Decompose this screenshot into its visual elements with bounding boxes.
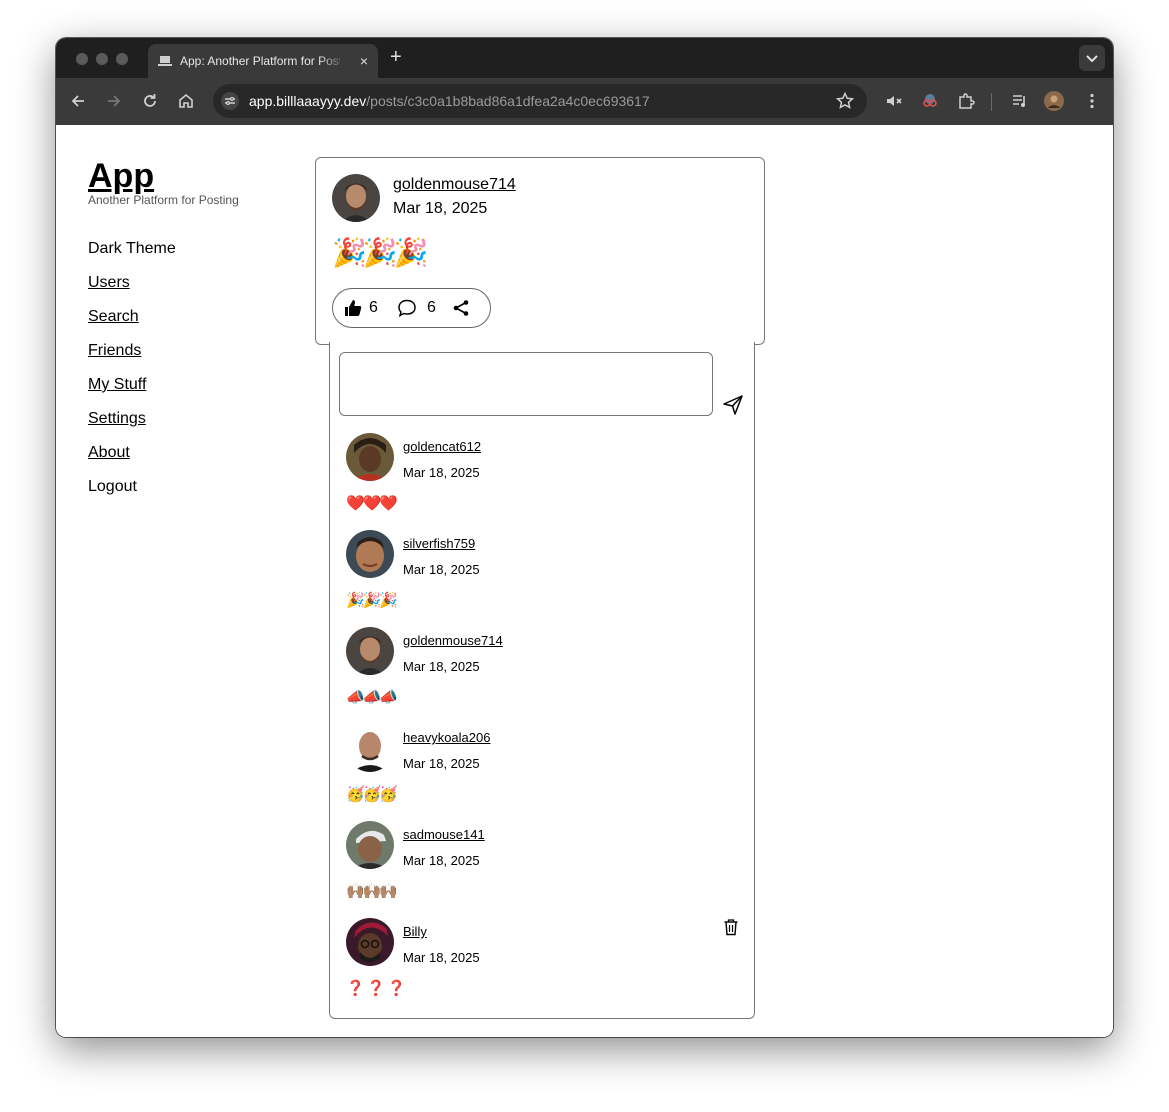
reply-textarea[interactable] [339,352,713,416]
comment-item: goldencat612 Mar 18, 2025 ❤️❤️❤️ [346,433,746,530]
comment-body: 🎉🎉🎉 [346,592,398,609]
comment-author-link[interactable]: silverfish759 [403,536,475,551]
profile-avatar-icon[interactable] [1044,91,1064,111]
page-content: App Another Platform for Posting Dark Th… [56,125,1113,1037]
extensions-puzzle-icon[interactable] [956,91,976,111]
nav-logout[interactable]: Logout [88,475,176,509]
comment-count: 6 [427,299,436,316]
media-controls-icon[interactable] [1010,91,1030,111]
comment-item: Billy Mar 18, 2025 ❓❓❓ [346,918,746,1015]
avatar-photo-icon [332,174,380,222]
tab-close-icon[interactable]: × [360,53,368,69]
comment-date: Mar 18, 2025 [403,853,480,868]
nav-friends[interactable]: Friends [88,339,176,373]
minimize-window-dot[interactable] [96,53,108,65]
zoom-window-dot[interactable] [116,53,128,65]
post-card: goldenmouse714 Mar 18, 2025 🎉🎉🎉 6 6 [315,157,765,345]
comment-author-link[interactable]: sadmouse141 [403,827,485,842]
thumbs-up-icon[interactable] [343,298,363,318]
comment-date: Mar 18, 2025 [403,659,480,674]
muted-speaker-icon[interactable] [884,91,904,111]
comment-body: ❤️❤️❤️ [346,495,398,512]
comment-date: Mar 18, 2025 [403,465,480,480]
comment-avatar[interactable] [346,724,394,772]
comment-body: ❓❓❓ [346,980,409,997]
browser-window: App: Another Platform for Posting × + [56,38,1113,1037]
nav-dark-theme[interactable]: Dark Theme [88,237,176,271]
comment-date: Mar 18, 2025 [403,756,480,771]
avatar-photo-icon [346,627,394,675]
nav-users[interactable]: Users [88,271,176,305]
chevron-down-icon [1086,55,1098,63]
comment-avatar[interactable] [346,433,394,481]
comment-author-link[interactable]: goldencat612 [403,439,481,454]
url-path: /posts/c3c0a1b8bad86a1dfea2a4c0ec693617 [366,93,650,109]
comment-body: 🙌🏽🙌🏽🙌🏽 [346,883,398,900]
post-actions: 6 6 [332,288,491,328]
comment-author-link[interactable]: heavykoala206 [403,730,490,745]
nav-about[interactable]: About [88,441,176,475]
app-subtitle: Another Platform for Posting [88,193,239,207]
tab-strip: App: Another Platform for Posting × + [56,38,1113,78]
address-bar[interactable]: app.billlaaayyy.dev/posts/c3c0a1b8bad86a… [213,84,867,118]
like-count: 6 [369,299,378,316]
comment-item: goldenmouse714 Mar 18, 2025 📣📣📣 [346,627,746,724]
post-date: Mar 18, 2025 [393,200,488,217]
post-author-avatar[interactable] [332,174,380,222]
toolbar-divider [991,93,992,111]
comment-avatar[interactable] [346,530,394,578]
nav-my-stuff[interactable]: My Stuff [88,373,176,407]
new-tab-button[interactable]: + [390,47,402,67]
nav-settings[interactable]: Settings [88,407,176,441]
comment-avatar[interactable] [346,627,394,675]
brand: App Another Platform for Posting [88,157,239,207]
post-body: 🎉🎉🎉 [332,237,429,268]
avatar-photo-icon [346,724,394,772]
comments-panel: goldencat612 Mar 18, 2025 ❤️❤️❤️ silverf… [329,342,755,1019]
active-tab[interactable]: App: Another Platform for Posting × [148,44,378,78]
comment-date: Mar 18, 2025 [403,562,480,577]
avatar-photo-icon [346,530,394,578]
tab-title: App: Another Platform for Posting [180,54,340,68]
comment-item: silverfish759 Mar 18, 2025 🎉🎉🎉 [346,530,746,627]
comment-avatar[interactable] [346,821,394,869]
nav-search[interactable]: Search [88,305,176,339]
reload-icon[interactable] [140,91,160,111]
url-text: app.billlaaayyy.dev/posts/c3c0a1b8bad86a… [249,93,650,109]
site-settings-icon[interactable] [221,92,239,110]
home-icon[interactable] [176,91,196,111]
kebab-menu-icon[interactable] [1082,91,1102,111]
comment-author-link[interactable]: goldenmouse714 [403,633,503,648]
comment-avatar[interactable] [346,918,394,966]
comment-author-link[interactable]: Billy [403,924,427,939]
browser-toolbar: app.billlaaayyy.dev/posts/c3c0a1b8bad86a… [56,78,1113,125]
laptop-favicon-icon [158,56,172,66]
app-title-link[interactable]: App [88,157,239,195]
comment-item: heavykoala206 Mar 18, 2025 🥳🥳🥳 [346,724,746,821]
close-window-dot[interactable] [76,53,88,65]
trash-delete-icon[interactable] [723,918,739,936]
sidebar-nav: Dark Theme Users Search Friends My Stuff… [88,237,176,509]
comment-date: Mar 18, 2025 [403,950,480,965]
forward-arrow-icon[interactable] [104,91,124,111]
extension-glasses-icon[interactable] [920,91,940,111]
avatar-photo-icon [346,433,394,481]
post-author-link[interactable]: goldenmouse714 [393,176,516,194]
back-arrow-icon[interactable] [68,91,88,111]
comment-bubble-icon[interactable] [397,298,417,318]
url-host: app.billlaaayyy.dev [249,93,367,109]
share-icon[interactable] [451,298,471,318]
comment-body: 📣📣📣 [346,689,398,706]
comment-item: sadmouse141 Mar 18, 2025 🙌🏽🙌🏽🙌🏽 [346,821,746,918]
tab-search-button[interactable] [1079,45,1105,71]
avatar-photo-icon [346,821,394,869]
comment-body: 🥳🥳🥳 [346,786,398,803]
bookmark-star-icon[interactable] [835,91,855,111]
send-paper-plane-icon[interactable] [722,394,744,416]
avatar-photo-icon [346,918,394,966]
